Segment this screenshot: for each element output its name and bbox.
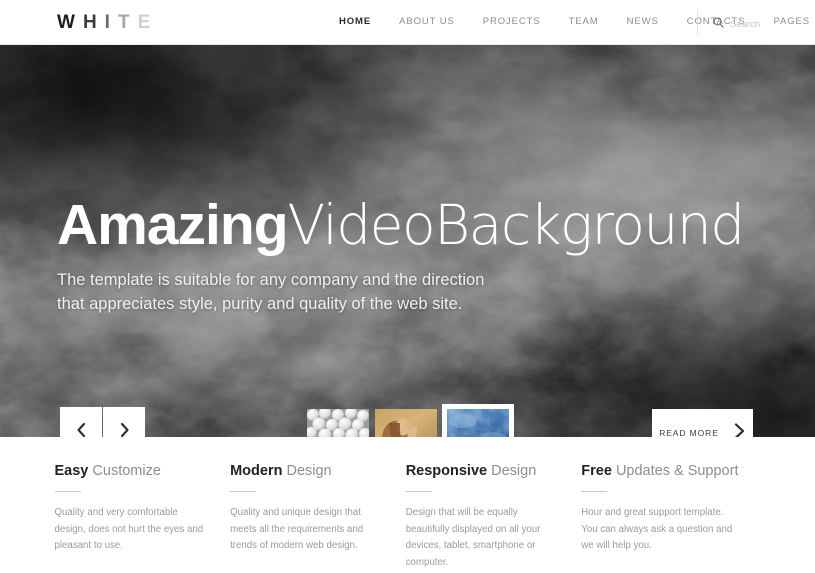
hero-subtitle-line-2: that appreciates style, purity and quali… — [57, 295, 463, 314]
slider-thumbnail-group — [307, 404, 514, 437]
feature-title-rest: Design — [286, 463, 332, 479]
slider-next-button[interactable] — [103, 407, 145, 437]
hero-title-bold: Amazing — [57, 193, 289, 257]
feature-title: Responsive Design — [406, 463, 560, 479]
nav-item-projects[interactable]: PROJECTS — [469, 16, 555, 27]
chevron-right-icon — [733, 422, 746, 437]
feature-column-free-updates-support: Free Updates & Support Hour and great su… — [581, 463, 760, 572]
header-divider — [697, 10, 698, 36]
feature-text: Quality and unique design that meets all… — [230, 507, 364, 552]
feature-title-lead: Free — [581, 463, 612, 479]
feature-title-rest: Design — [491, 463, 537, 479]
logo-letter-h: H — [82, 12, 100, 33]
nav-item-home[interactable]: HOME — [325, 16, 385, 27]
slider-arrow-group — [60, 407, 145, 437]
feature-column-easy-customize: Easy Customize Quality and very comforta… — [54, 463, 231, 572]
slider-prev-button[interactable] — [60, 407, 102, 437]
hero-slider: AmazingVideoBackground The template is s… — [0, 45, 815, 437]
hero-subtitle-line-1: The template is suitable for any company… — [57, 271, 485, 289]
thumbnail-image-white-balls — [307, 409, 369, 437]
nav-item-team[interactable]: TEAM — [555, 16, 613, 27]
hero-title: AmazingVideoBackground — [57, 197, 745, 254]
site-header: W H I T E HOME ABOUT US PROJECTS TEAM NE… — [0, 0, 815, 45]
search-input[interactable] — [730, 18, 800, 30]
feature-title: Free Updates & Support — [581, 463, 738, 479]
logo-letter-t: T — [117, 12, 133, 33]
nav-item-news[interactable]: NEWS — [613, 16, 673, 27]
chevron-left-icon — [76, 422, 87, 438]
feature-title: Easy Customize — [55, 463, 209, 479]
logo-letter-w: W — [57, 12, 78, 33]
logo-letter-i: I — [104, 12, 113, 33]
feature-column-responsive-design: Responsive Design Design that will be eq… — [405, 463, 582, 572]
read-more-button[interactable]: READ MORE — [652, 409, 753, 437]
feature-text: Hour and great support template. You can… — [581, 507, 733, 552]
search-icon[interactable] — [713, 15, 724, 33]
feature-title-lead: Responsive — [405, 463, 488, 479]
feature-divider — [54, 491, 81, 492]
features-row: Easy Customize Quality and very comforta… — [54, 463, 761, 572]
slider-thumbnail-white-balls[interactable] — [307, 409, 369, 437]
feature-divider — [405, 491, 432, 492]
feature-title-lead: Modern — [230, 463, 283, 479]
features-section: Easy Customize Quality and very comforta… — [0, 437, 815, 573]
feature-title-rest: Customize — [92, 463, 161, 479]
nav-item-about-us[interactable]: ABOUT US — [385, 16, 469, 27]
feature-title-lead: Easy — [54, 463, 89, 479]
read-more-label: READ MORE — [659, 428, 719, 437]
search-box[interactable] — [713, 15, 800, 33]
logo-letter-e: E — [137, 12, 154, 33]
feature-divider — [230, 491, 257, 492]
hero-subtitle: The template is suitable for any company… — [57, 268, 744, 317]
feature-text: Design that will be equally beautifully … — [405, 507, 541, 569]
feature-column-modern-design: Modern Design Quality and unique design … — [230, 463, 406, 572]
thumbnail-image-woman-portrait — [375, 409, 437, 437]
feature-divider — [581, 491, 608, 492]
feature-title: Modern Design — [230, 463, 384, 479]
hero-title-thin: VideoBackground — [287, 193, 746, 257]
chevron-right-icon — [119, 422, 130, 438]
slider-thumbnail-woman-portrait[interactable] — [375, 409, 437, 437]
slider-thumbnail-blue-sky-clouds[interactable] — [442, 404, 514, 437]
feature-text: Quality and very comfortable design, doe… — [54, 507, 204, 552]
thumbnail-image-blue-sky-clouds — [447, 409, 509, 437]
feature-title-rest: Updates & Support — [615, 463, 739, 479]
hero-content: AmazingVideoBackground The template is s… — [57, 197, 745, 317]
site-logo[interactable]: W H I T E — [57, 12, 158, 34]
